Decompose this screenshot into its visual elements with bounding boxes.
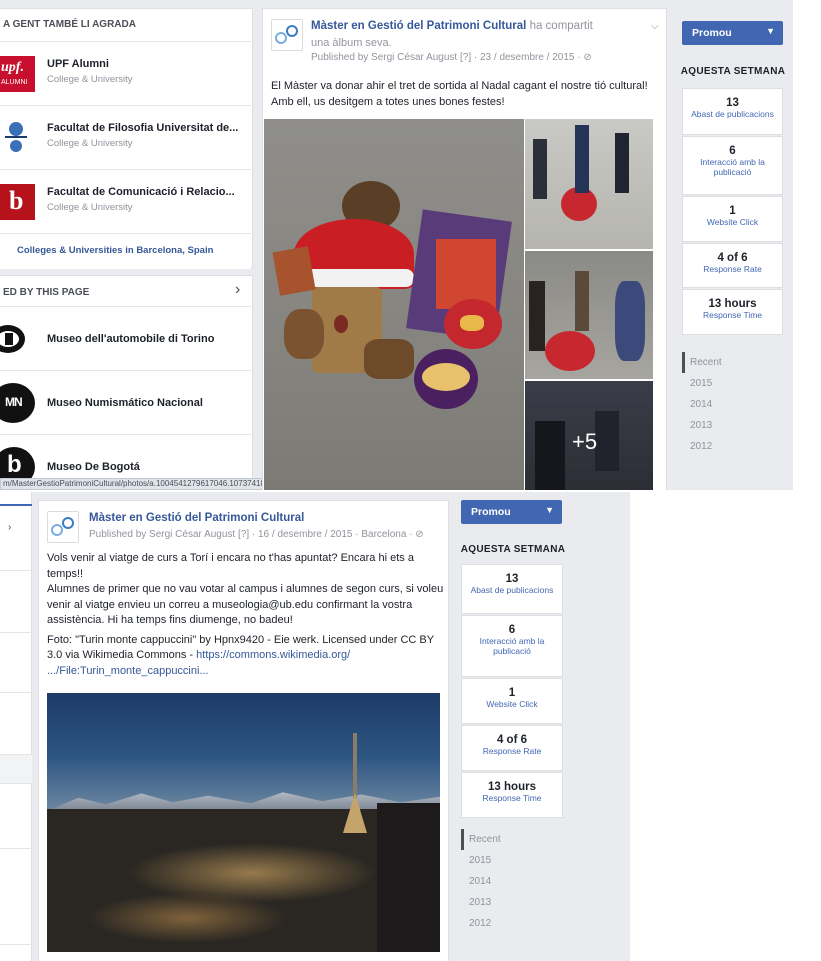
- timeline-year[interactable]: 2014: [461, 871, 501, 892]
- liked-pages-card: A GENT TAMBÉ LI AGRADA upf. ALUMNI UPF A…: [0, 8, 253, 269]
- stat-response-rate[interactable]: 4 of 6 Response Rate: [461, 725, 563, 771]
- stat-website-click[interactable]: 1 Website Click: [461, 678, 563, 724]
- stat-reach[interactable]: 13 Abast de publicacions: [682, 88, 783, 135]
- stat-engagement[interactable]: 6 Interacció amb la publicació: [461, 615, 563, 677]
- page-name[interactable]: Museo dell'automobile di Torino: [47, 333, 214, 345]
- promote-button[interactable]: Promou ▼: [461, 500, 562, 524]
- stat-response-time[interactable]: 13 hours Response Time: [461, 772, 563, 818]
- promote-button[interactable]: Promou ▼: [682, 21, 783, 45]
- page-category: College & University: [47, 202, 133, 213]
- post-text: El Màster va donar ahir el tret de sorti…: [271, 80, 648, 108]
- week-header: AQUESTA SETMANA: [460, 544, 566, 555]
- ub-comunicacio-logo: b: [0, 184, 35, 220]
- page-avatar[interactable]: [47, 511, 79, 543]
- author-link[interactable]: Màster en Gestió del Patrimoni Cultural: [89, 512, 304, 524]
- page-category: College & University: [47, 138, 133, 149]
- album-post: Màster en Gestió del Patrimoni Cultural …: [262, 8, 667, 490]
- stat-reach[interactable]: 13 Abast de publicacions: [461, 564, 563, 614]
- post-photo-turin[interactable]: [47, 693, 440, 952]
- more-photos-count[interactable]: +5: [572, 429, 597, 455]
- timeline-years: Recent 2015 2014 2013 2012: [461, 829, 501, 934]
- caret-down-icon: ▼: [545, 505, 554, 515]
- post-meta[interactable]: Published by Sergi César August [?] · 16…: [89, 529, 424, 540]
- timeline-year[interactable]: 2015: [682, 373, 722, 394]
- colleges-link-row[interactable]: Colleges & Universities in Barcelona, Sp…: [0, 233, 251, 269]
- chevron-right-icon[interactable]: ›: [235, 281, 240, 299]
- timeline-year[interactable]: 2015: [461, 850, 501, 871]
- liked-by-item[interactable]: Museo dell'automobile di Torino: [0, 306, 251, 370]
- stat-response-rate[interactable]: 4 of 6 Response Rate: [682, 243, 783, 288]
- caret-down-icon: ▼: [766, 26, 775, 36]
- liked-by-item[interactable]: MN Museo Numismático Nacional: [0, 370, 251, 434]
- timeline-year[interactable]: 2013: [682, 415, 722, 436]
- album-photo-main[interactable]: [264, 119, 524, 490]
- timeline-years: Recent 2015 2014 2013 2012: [682, 352, 722, 457]
- liked-header: A GENT TAMBÉ LI AGRADA: [3, 19, 136, 30]
- liked-by-card: ED BY THIS PAGE › Museo dell'automobile …: [0, 275, 253, 490]
- liked-by-header: ED BY THIS PAGE: [3, 287, 90, 298]
- page-name[interactable]: UPF Alumni: [47, 58, 109, 70]
- author-link[interactable]: Màster en Gestió del Patrimoni Cultural: [311, 20, 526, 32]
- liked-page-item[interactable]: b Facultat de Comunicació i Relacio... C…: [0, 169, 251, 233]
- timeline-recent[interactable]: Recent: [461, 829, 501, 850]
- timeline-year[interactable]: 2014: [682, 394, 722, 415]
- colleges-link[interactable]: Colleges & Universities in Barcelona, Sp…: [17, 245, 213, 256]
- page-name[interactable]: Museo Numismático Nacional: [47, 397, 203, 409]
- timeline-recent[interactable]: Recent: [682, 352, 722, 373]
- page-name[interactable]: Museo De Bogotá: [47, 461, 140, 473]
- album-photo-thumb-more[interactable]: +5: [525, 381, 653, 490]
- timeline-year[interactable]: 2013: [461, 892, 501, 913]
- album-photo-thumb[interactable]: [525, 119, 653, 249]
- liked-page-item[interactable]: upf. ALUMNI UPF Alumni College & Univers…: [0, 41, 251, 105]
- post-action-2: una àlbum seva.: [311, 37, 392, 49]
- page-name[interactable]: Facultat de Filosofia Universitat de...: [47, 122, 238, 134]
- liked-page-item[interactable]: Facultat de Filosofia Universitat de... …: [0, 105, 251, 169]
- post-meta[interactable]: Published by Sergi César August [?] · 23…: [311, 52, 592, 63]
- timeline-year[interactable]: 2012: [682, 436, 722, 457]
- photo-post: Màster en Gestió del Patrimoni Cultural …: [38, 500, 449, 961]
- stat-response-time[interactable]: 13 hours Response Time: [682, 289, 783, 335]
- stat-engagement[interactable]: 6 Interacció amb la publicació: [682, 136, 783, 195]
- page-category: College & University: [47, 74, 133, 85]
- timeline-year[interactable]: 2012: [461, 913, 501, 934]
- stat-website-click[interactable]: 1 Website Click: [682, 196, 783, 242]
- screenshot-bottom: › Màster en Gestió del Patrimoni Cultura…: [0, 492, 630, 961]
- automobile-museum-logo: [0, 321, 29, 357]
- week-header: AQUESTA SETMANA: [680, 66, 786, 77]
- post-header: Màster en Gestió del Patrimoni Cultural …: [311, 20, 593, 32]
- left-column-fragment: ›: [0, 492, 32, 961]
- post-text: Vols venir al viatge de curs a Torí i en…: [47, 552, 444, 677]
- post-action: ha compartit: [529, 20, 593, 32]
- numismatic-museum-logo: MN: [0, 383, 35, 423]
- screenshot-top: A GENT TAMBÉ LI AGRADA upf. ALUMNI UPF A…: [0, 0, 793, 490]
- page-avatar[interactable]: [271, 19, 303, 51]
- album-photo-thumb[interactable]: [525, 251, 653, 379]
- ub-globe-logo: [5, 122, 29, 152]
- upf-logo: upf. ALUMNI: [0, 56, 35, 92]
- chevron-down-icon[interactable]: ⌵: [651, 21, 659, 32]
- page-name[interactable]: Facultat de Comunicació i Relacio...: [47, 186, 235, 198]
